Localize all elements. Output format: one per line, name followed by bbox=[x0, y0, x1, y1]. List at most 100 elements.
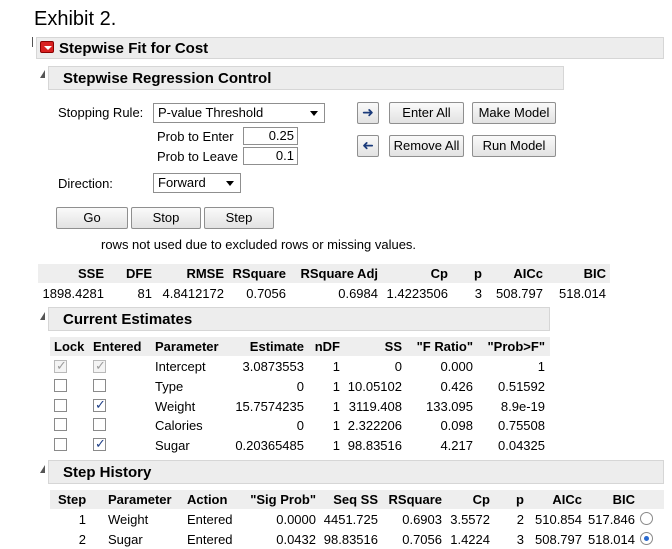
lock-checkbox[interactable]: ✓ bbox=[54, 358, 67, 373]
remove-all-button[interactable]: Remove All bbox=[389, 135, 464, 157]
chevron-down-icon bbox=[310, 111, 318, 116]
fratio-value: 0.000 bbox=[440, 359, 473, 374]
parameter-name: Type bbox=[155, 379, 184, 394]
stopping-rule-select[interactable]: P-value Threshold bbox=[153, 103, 325, 123]
history-header-parameter: Parameter bbox=[108, 492, 172, 507]
fratio-value: 0.098 bbox=[440, 418, 473, 433]
direction-select[interactable]: Forward bbox=[153, 173, 241, 193]
make-model-button[interactable]: Make Model bbox=[472, 102, 556, 124]
checkmark-icon: ✓ bbox=[56, 358, 67, 373]
collapse-triangle-icon[interactable] bbox=[40, 70, 45, 78]
entered-checkbox[interactable] bbox=[93, 379, 106, 392]
current-estimates-header: Current Estimates bbox=[48, 307, 550, 331]
collapse-triangle-icon[interactable] bbox=[40, 465, 45, 473]
history-parameter: Sugar bbox=[108, 532, 143, 547]
history-aicc: 510.854 bbox=[535, 512, 582, 527]
summary-value-aicc: 508.797 bbox=[496, 286, 543, 301]
prob-leave-input[interactable]: 0.1 bbox=[243, 147, 298, 165]
history-seq-ss: 4451.725 bbox=[323, 512, 378, 527]
probf-value: 8.9e-19 bbox=[500, 399, 545, 414]
remove-arrow-button[interactable]: ➜ bbox=[357, 135, 379, 157]
stopping-rule-label: Stopping Rule: bbox=[58, 105, 144, 120]
ndf-value: 1 bbox=[332, 399, 340, 414]
summary-value-rsquare: 0.7056 bbox=[246, 286, 286, 301]
red-triangle-menu-icon[interactable] bbox=[40, 41, 54, 53]
history-header-bic: BIC bbox=[612, 492, 635, 507]
checkmark-icon: ✓ bbox=[95, 358, 106, 373]
estimate-value: 0 bbox=[296, 379, 304, 394]
exhibit-title: Exhibit 2. bbox=[34, 8, 117, 30]
history-seq-ss: 98.83516 bbox=[323, 532, 378, 547]
parameter-name: Intercept bbox=[155, 359, 206, 374]
entered-checkbox[interactable] bbox=[93, 418, 106, 431]
fratio-value: 4.217 bbox=[440, 438, 473, 453]
lock-checkbox[interactable] bbox=[54, 438, 67, 451]
estimates-header-fratio: "F Ratio" bbox=[416, 339, 473, 354]
history-sig-prob: 0.0000 bbox=[276, 512, 316, 527]
outline-marker bbox=[32, 37, 35, 47]
arrow-right-icon: ➜ bbox=[362, 104, 374, 120]
summary-header-dfe: DFE bbox=[126, 266, 152, 281]
history-bic: 518.014 bbox=[588, 532, 635, 547]
entered-checkbox[interactable]: ✓ bbox=[93, 358, 106, 373]
history-parameter: Weight bbox=[108, 512, 149, 527]
summary-value-dfe: 81 bbox=[137, 286, 152, 301]
summary-header-sse: SSE bbox=[77, 266, 104, 281]
history-cp: 3.5572 bbox=[450, 512, 490, 527]
parameter-name: Sugar bbox=[155, 438, 190, 453]
summary-value-rsquare-adj: 0.6984 bbox=[338, 286, 378, 301]
step-select-radio[interactable] bbox=[640, 532, 653, 545]
step-button[interactable]: Step bbox=[204, 207, 274, 229]
history-bic: 517.846 bbox=[588, 512, 635, 527]
prob-enter-input[interactable]: 0.25 bbox=[243, 127, 298, 145]
estimates-header-entered: Entered bbox=[93, 339, 142, 354]
history-action: Entered bbox=[187, 532, 233, 547]
ss-value: 2.322206 bbox=[347, 418, 402, 433]
estimates-header-ndf: nDF bbox=[314, 339, 340, 354]
estimates-header-estimate: Estimate bbox=[249, 339, 304, 354]
summary-header-p: p bbox=[474, 266, 482, 281]
parameter-name: Weight bbox=[155, 399, 196, 414]
report-title: Stepwise Fit for Cost bbox=[36, 37, 664, 59]
summary-value-p: 3 bbox=[474, 286, 482, 301]
entered-checkbox[interactable]: ✓ bbox=[93, 397, 106, 412]
ss-value: 98.83516 bbox=[347, 438, 402, 453]
control-section-header: Stepwise Regression Control bbox=[48, 66, 564, 90]
lock-checkbox[interactable] bbox=[54, 418, 67, 431]
lock-checkbox[interactable] bbox=[54, 379, 67, 392]
summary-header-aicc: AICc bbox=[513, 266, 543, 281]
fratio-value: 133.095 bbox=[426, 399, 473, 414]
summary-value-cp: 1.4223506 bbox=[386, 286, 448, 301]
stopping-rule-value: P-value Threshold bbox=[158, 105, 264, 120]
excluded-rows-note: rows not used due to excluded rows or mi… bbox=[101, 237, 417, 252]
estimates-header-lock: Lock bbox=[54, 339, 85, 354]
run-model-button[interactable]: Run Model bbox=[472, 135, 556, 157]
ndf-value: 1 bbox=[332, 418, 340, 433]
summary-value-rmse: 4.8412172 bbox=[162, 286, 224, 301]
probf-value: 0.75508 bbox=[498, 418, 545, 433]
summary-header-rmse: RMSE bbox=[186, 266, 224, 281]
probf-value: 0.04325 bbox=[498, 438, 545, 453]
entered-checkbox[interactable]: ✓ bbox=[93, 436, 106, 451]
checkmark-icon: ✓ bbox=[95, 436, 106, 451]
ss-value: 0 bbox=[394, 359, 402, 374]
history-header-action: Action bbox=[187, 492, 228, 507]
enter-arrow-button[interactable]: ➜ bbox=[357, 102, 379, 124]
probf-value: 0.51592 bbox=[498, 379, 545, 394]
history-cp: 1.4224 bbox=[450, 532, 490, 547]
history-aicc: 508.797 bbox=[535, 532, 582, 547]
history-header-aicc: AICc bbox=[552, 492, 582, 507]
history-p: 2 bbox=[516, 512, 524, 527]
step-select-radio[interactable] bbox=[640, 512, 653, 525]
history-rsquare: 0.7056 bbox=[402, 532, 442, 547]
summary-header-cp: Cp bbox=[430, 266, 448, 281]
history-step: 2 bbox=[78, 532, 86, 547]
go-button[interactable]: Go bbox=[56, 207, 128, 229]
lock-checkbox[interactable] bbox=[54, 399, 67, 412]
probf-value: 1 bbox=[537, 359, 545, 374]
stop-button[interactable]: Stop bbox=[131, 207, 201, 229]
collapse-triangle-icon[interactable] bbox=[40, 312, 45, 320]
history-rsquare: 0.6903 bbox=[402, 512, 442, 527]
estimate-value: 15.7574235 bbox=[235, 399, 304, 414]
enter-all-button[interactable]: Enter All bbox=[389, 102, 464, 124]
